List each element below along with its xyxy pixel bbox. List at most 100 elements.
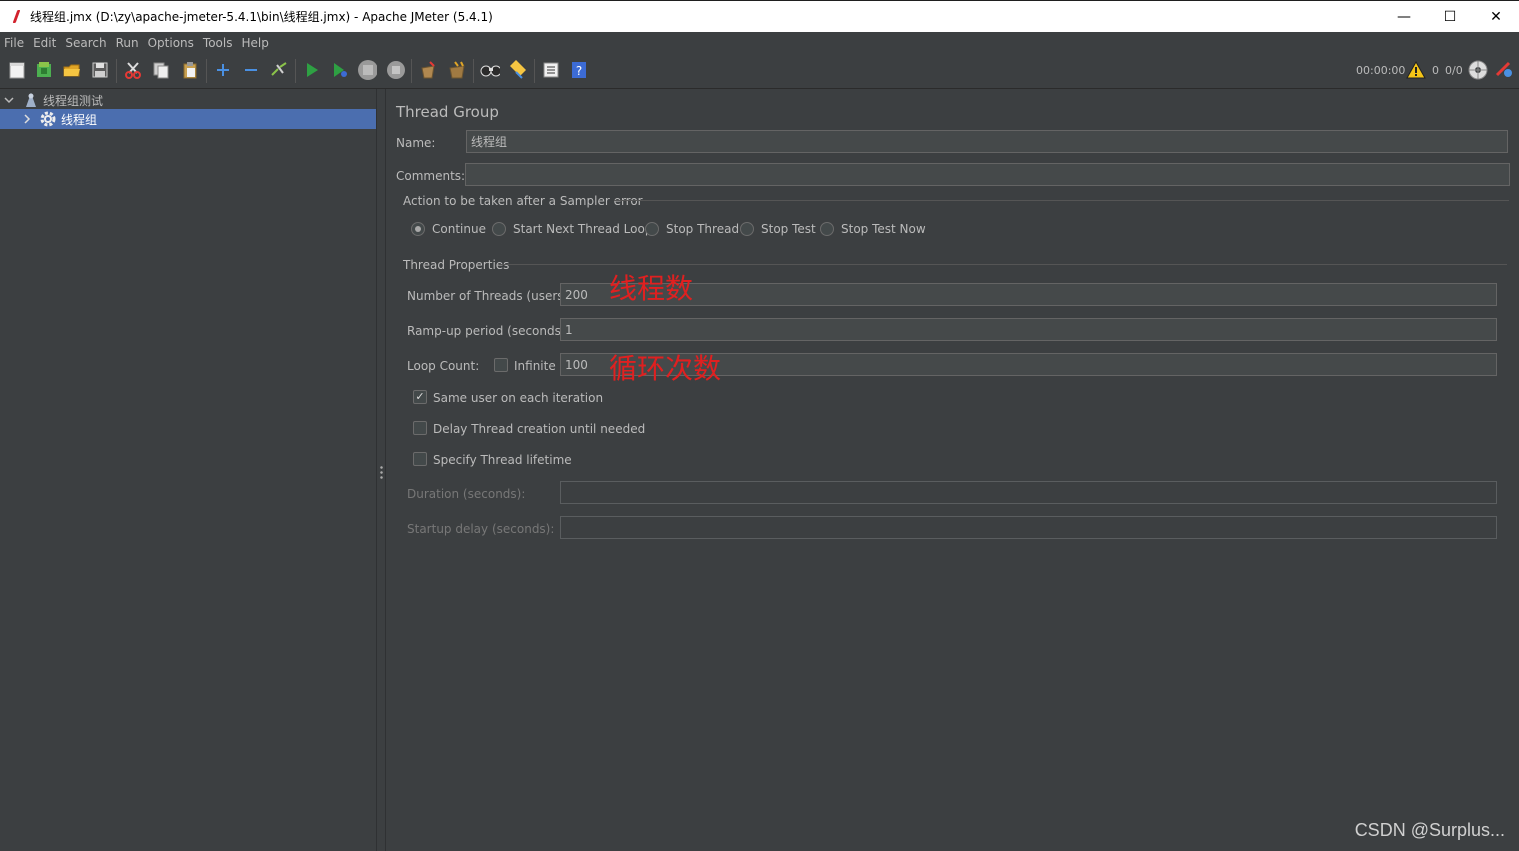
start-next-thread-loop-label[interactable]: Start Next Thread Loop bbox=[513, 222, 652, 236]
help-icon[interactable]: ? bbox=[569, 60, 589, 80]
delay-thread-creation-label[interactable]: Delay Thread creation until needed bbox=[433, 422, 645, 436]
same-user-checkbox[interactable]: ✓ bbox=[413, 390, 427, 404]
svg-text:?: ? bbox=[576, 64, 582, 78]
continue-label[interactable]: Continue bbox=[432, 222, 486, 236]
thread-group-panel: Thread Group Name: Comments: Action to b… bbox=[386, 89, 1519, 851]
menu-run[interactable]: Run bbox=[116, 36, 139, 50]
threads-label: Number of Threads (users): bbox=[407, 289, 573, 303]
startup-delay-label: Startup delay (seconds): bbox=[407, 522, 555, 536]
chevron-down-icon[interactable] bbox=[4, 95, 14, 105]
section-divider bbox=[499, 264, 1507, 265]
logger-icon[interactable] bbox=[1494, 60, 1514, 80]
active-threads: 0/0 bbox=[1445, 64, 1463, 77]
continue-radio[interactable] bbox=[411, 222, 425, 236]
toolbar-separator bbox=[295, 59, 296, 83]
toolbar-separator bbox=[473, 59, 474, 83]
menubar: File Edit Search Run Options Tools Help bbox=[0, 32, 1519, 53]
menu-file[interactable]: File bbox=[4, 36, 24, 50]
elapsed-time: 00:00:00 bbox=[1356, 64, 1406, 77]
tree-node-thread-group[interactable]: 线程组 bbox=[0, 109, 376, 129]
stop-thread-label[interactable]: Stop Thread bbox=[666, 222, 739, 236]
thread-properties-section-title: Thread Properties bbox=[403, 258, 510, 272]
stop-thread-radio[interactable] bbox=[645, 222, 659, 236]
stop-test-radio[interactable] bbox=[740, 222, 754, 236]
paste-icon[interactable] bbox=[180, 60, 200, 80]
warning-count: 0 bbox=[1432, 64, 1439, 77]
reset-search-icon[interactable] bbox=[508, 60, 528, 80]
split-pane-divider[interactable] bbox=[376, 89, 386, 851]
page-title: Thread Group bbox=[396, 103, 499, 121]
name-label: Name: bbox=[396, 136, 436, 150]
menu-tools[interactable]: Tools bbox=[203, 36, 233, 50]
menu-options[interactable]: Options bbox=[148, 36, 194, 50]
stop-test-now-radio[interactable] bbox=[820, 222, 834, 236]
section-divider bbox=[614, 200, 1509, 201]
duration-field[interactable] bbox=[560, 481, 1497, 504]
rampup-label: Ramp-up period (seconds): bbox=[407, 324, 570, 338]
maximize-button[interactable]: ☐ bbox=[1427, 1, 1473, 32]
window-controls: — ☐ ✕ bbox=[1381, 1, 1519, 32]
stop-test-label[interactable]: Stop Test bbox=[761, 222, 816, 236]
toolbar-separator bbox=[116, 59, 117, 83]
menu-edit[interactable]: Edit bbox=[33, 36, 56, 50]
menu-search[interactable]: Search bbox=[65, 36, 106, 50]
tree-node-thread-group-label: 线程组 bbox=[61, 112, 98, 127]
same-user-label[interactable]: Same user on each iteration bbox=[433, 391, 603, 405]
window-title: 线程组.jmx (D:\zy\apache-jmeter-5.4.1\bin\线… bbox=[30, 10, 493, 24]
loop-annotation: 循环次数 bbox=[609, 352, 722, 385]
infinite-label[interactable]: Infinite bbox=[514, 359, 556, 373]
open-icon[interactable] bbox=[62, 60, 82, 80]
toolbar: ? 00:00:00 0 0/0 bbox=[0, 53, 1519, 89]
toggle-icon[interactable] bbox=[269, 60, 289, 80]
chevron-right-icon[interactable] bbox=[22, 114, 32, 124]
minimize-button[interactable]: — bbox=[1381, 1, 1427, 32]
toolbar-separator bbox=[534, 59, 535, 83]
start-next-thread-loop-radio[interactable] bbox=[492, 222, 506, 236]
copy-icon[interactable] bbox=[151, 60, 171, 80]
stop-icon[interactable] bbox=[357, 60, 377, 80]
tree-node-test-plan-label: 线程组测试 bbox=[43, 93, 104, 108]
clear-all-icon[interactable] bbox=[447, 60, 467, 80]
expand-icon[interactable] bbox=[213, 60, 233, 80]
comments-field[interactable] bbox=[465, 163, 1510, 186]
threads-field[interactable] bbox=[560, 283, 1497, 306]
watermark: CSDN @Surplus... bbox=[1354, 820, 1505, 840]
warning-icon[interactable] bbox=[1406, 60, 1426, 80]
sampler-error-section-title: Action to be taken after a Sampler error bbox=[403, 194, 643, 208]
new-icon[interactable] bbox=[7, 60, 27, 80]
start-no-pauses-icon[interactable] bbox=[330, 60, 350, 80]
comments-label: Comments: bbox=[396, 169, 466, 183]
duration-label: Duration (seconds): bbox=[407, 487, 526, 501]
specify-lifetime-label[interactable]: Specify Thread lifetime bbox=[433, 453, 572, 467]
window-titlebar: 线程组.jmx (D:\zy\apache-jmeter-5.4.1\bin\线… bbox=[0, 0, 1519, 32]
remote-engines-icon[interactable] bbox=[1468, 60, 1488, 80]
gear-icon bbox=[40, 111, 56, 127]
cut-icon[interactable] bbox=[123, 60, 143, 80]
test-plan-icon bbox=[26, 93, 36, 107]
start-icon[interactable] bbox=[302, 60, 322, 80]
menu-help[interactable]: Help bbox=[241, 36, 268, 50]
jmeter-feather-icon bbox=[8, 9, 24, 25]
startup-delay-field[interactable] bbox=[560, 516, 1497, 539]
function-helper-icon[interactable] bbox=[541, 60, 561, 80]
shutdown-icon[interactable] bbox=[386, 60, 406, 80]
clear-icon[interactable] bbox=[418, 60, 438, 80]
rampup-field[interactable] bbox=[560, 318, 1497, 341]
save-icon[interactable] bbox=[90, 60, 110, 80]
tree-node-test-plan[interactable]: 线程组测试 bbox=[0, 90, 376, 110]
delay-thread-creation-checkbox[interactable] bbox=[413, 421, 427, 435]
close-button[interactable]: ✕ bbox=[1473, 1, 1519, 32]
toolbar-separator bbox=[206, 59, 207, 83]
toolbar-separator bbox=[411, 59, 412, 83]
collapse-icon[interactable] bbox=[241, 60, 261, 80]
infinite-checkbox[interactable] bbox=[494, 358, 508, 372]
templates-icon[interactable] bbox=[34, 60, 54, 80]
loop-count-label: Loop Count: bbox=[407, 359, 480, 373]
name-field[interactable] bbox=[466, 130, 1508, 153]
specify-lifetime-checkbox[interactable] bbox=[413, 452, 427, 466]
stop-test-now-label[interactable]: Stop Test Now bbox=[841, 222, 926, 236]
splitter-grip-icon[interactable] bbox=[380, 465, 383, 479]
search-binoculars-icon[interactable] bbox=[480, 60, 500, 80]
test-plan-tree: 线程组测试 线程组 bbox=[0, 89, 376, 851]
threads-annotation: 线程数 bbox=[609, 272, 694, 305]
